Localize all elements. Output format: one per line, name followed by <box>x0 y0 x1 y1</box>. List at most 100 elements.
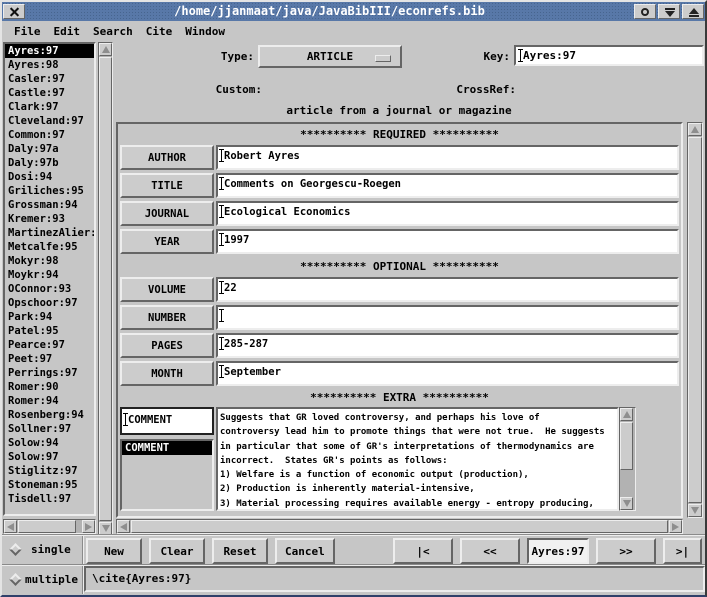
scroll-right-button[interactable] <box>669 520 682 533</box>
scroll-down-button[interactable] <box>688 504 702 517</box>
list-item[interactable]: Castle:97 <box>5 86 94 100</box>
field-input[interactable]: 1997 <box>216 229 679 254</box>
list-item[interactable]: Stoneman:95 <box>5 478 94 492</box>
list-item[interactable]: Grossman:94 <box>5 198 94 212</box>
menu-item[interactable]: Window <box>183 23 227 40</box>
extra-text-area[interactable]: Suggests that GR loved controversy, and … <box>216 407 619 511</box>
list-item[interactable]: Casler:97 <box>5 72 94 86</box>
first-entry-button[interactable]: |< <box>393 538 453 564</box>
scroll-thumb[interactable] <box>18 520 76 533</box>
menu-item[interactable]: Edit <box>52 23 83 40</box>
list-item[interactable]: Daly:97a <box>5 142 94 156</box>
scroll-up-button[interactable] <box>688 123 702 136</box>
scroll-right-button[interactable] <box>82 520 95 533</box>
raise-button[interactable] <box>682 4 704 19</box>
action-button[interactable]: Clear <box>149 538 205 564</box>
list-item[interactable]: Ayres:98 <box>5 58 94 72</box>
menu-item[interactable]: File <box>12 23 43 40</box>
scroll-thumb[interactable] <box>131 520 668 533</box>
list-item[interactable]: Dosi:94 <box>5 170 94 184</box>
list-item[interactable]: COMMENT <box>122 441 212 455</box>
textarea-vscrollbar[interactable] <box>619 407 636 511</box>
list-item[interactable]: Griliches:95 <box>5 184 94 198</box>
list-item[interactable]: Mokyr:98 <box>5 254 94 268</box>
list-item[interactable]: Kremer:93 <box>5 212 94 226</box>
field-input[interactable]: 285-287 <box>216 333 679 358</box>
field-label-button[interactable]: PAGES <box>120 333 214 358</box>
form-hscrollbar[interactable] <box>116 519 683 534</box>
next-entry-button[interactable]: >> <box>596 538 656 564</box>
list-item[interactable]: Tisdell:97 <box>5 492 94 506</box>
key-input[interactable]: Ayres:97 <box>514 45 704 66</box>
list-item[interactable]: Common:97 <box>5 128 94 142</box>
action-button[interactable]: New <box>86 538 142 564</box>
crossref-label[interactable]: CrossRef: <box>432 83 516 96</box>
list-item[interactable]: MartinezAlier:9 <box>5 226 94 240</box>
list-item[interactable]: Perrings:97 <box>5 366 94 380</box>
list-item[interactable]: Peet:97 <box>5 352 94 366</box>
field-label-button[interactable]: AUTHOR <box>120 145 214 170</box>
field-label-button[interactable]: TITLE <box>120 173 214 198</box>
list-item[interactable]: Romer:94 <box>5 394 94 408</box>
field-input[interactable] <box>216 305 679 330</box>
menu-item[interactable]: Cite <box>144 23 175 40</box>
list-item[interactable]: Romer:90 <box>5 380 94 394</box>
list-item[interactable]: Cleveland:97 <box>5 114 94 128</box>
scroll-left-button[interactable] <box>4 520 17 533</box>
scroll-up-button[interactable] <box>99 43 112 56</box>
type-dropdown[interactable]: ARTICLE <box>258 45 402 68</box>
scroll-left-button[interactable] <box>117 520 130 533</box>
list-item[interactable]: Stiglitz:97 <box>5 464 94 478</box>
list-item[interactable]: Moykr:94 <box>5 268 94 282</box>
list-item[interactable]: Daly:97b <box>5 156 94 170</box>
list-item[interactable]: Pearce:97 <box>5 338 94 352</box>
field-input[interactable]: Ecological Economics <box>216 201 679 226</box>
scroll-down-button[interactable] <box>620 497 633 510</box>
field-input[interactable]: Robert Ayres <box>216 145 679 170</box>
field-label-button[interactable]: MONTH <box>120 361 214 386</box>
single-radio-label[interactable]: single <box>31 543 71 556</box>
field-label-button[interactable]: JOURNAL <box>120 201 214 226</box>
scroll-thumb[interactable] <box>688 137 702 503</box>
lower-button[interactable] <box>658 4 680 19</box>
scroll-thumb[interactable] <box>99 57 112 521</box>
list-item[interactable]: Solow:94 <box>5 436 94 450</box>
list-item[interactable]: Park:94 <box>5 310 94 324</box>
iconify-button[interactable] <box>634 4 656 19</box>
sidebar-hscrollbar[interactable] <box>3 519 96 534</box>
field-label-button[interactable]: VOLUME <box>120 277 214 302</box>
field-input[interactable]: Comments on Georgescu-Roegen <box>216 173 679 198</box>
list-item[interactable]: Ayres:97 <box>5 44 94 58</box>
last-entry-button[interactable]: >| <box>663 538 702 564</box>
list-item[interactable]: Rosenberg:94 <box>5 408 94 422</box>
extra-field-name-input[interactable]: COMMENT <box>120 407 214 435</box>
action-button[interactable]: Reset <box>212 538 268 564</box>
field-input[interactable]: 22 <box>216 277 679 302</box>
list-item[interactable]: Sollner:97 <box>5 422 94 436</box>
multiple-radio[interactable] <box>9 573 22 586</box>
arrow-down-icon <box>102 525 110 532</box>
list-item[interactable]: Metcalfe:95 <box>5 240 94 254</box>
prev-entry-button[interactable]: << <box>460 538 520 564</box>
field-label-button[interactable]: NUMBER <box>120 305 214 330</box>
current-entry-field[interactable]: Ayres:97 <box>527 538 589 564</box>
titlebar[interactable]: /home/jjanmaat/java/JavaBibIII/econrefs.… <box>2 2 705 21</box>
list-item[interactable]: Solow:97 <box>5 450 94 464</box>
action-button[interactable]: Cancel <box>275 538 335 564</box>
field-label-button[interactable]: YEAR <box>120 229 214 254</box>
scroll-up-button[interactable] <box>620 408 633 421</box>
single-radio[interactable] <box>9 543 22 556</box>
form-vscrollbar[interactable] <box>687 122 703 518</box>
sidebar-vscrollbar[interactable] <box>98 42 113 536</box>
list-item[interactable]: Opschoor:97 <box>5 296 94 310</box>
field-input[interactable]: September <box>216 361 679 386</box>
list-item[interactable]: Patel:95 <box>5 324 94 338</box>
scroll-thumb[interactable] <box>620 422 633 470</box>
close-button[interactable] <box>3 4 25 19</box>
menu-item[interactable]: Search <box>91 23 135 40</box>
list-item[interactable]: Clark:97 <box>5 100 94 114</box>
cite-command-field[interactable]: \cite{Ayres:97} <box>84 566 705 592</box>
custom-label[interactable]: Custom: <box>180 83 262 96</box>
multiple-radio-label[interactable]: multiple <box>25 573 78 586</box>
list-item[interactable]: OConnor:93 <box>5 282 94 296</box>
